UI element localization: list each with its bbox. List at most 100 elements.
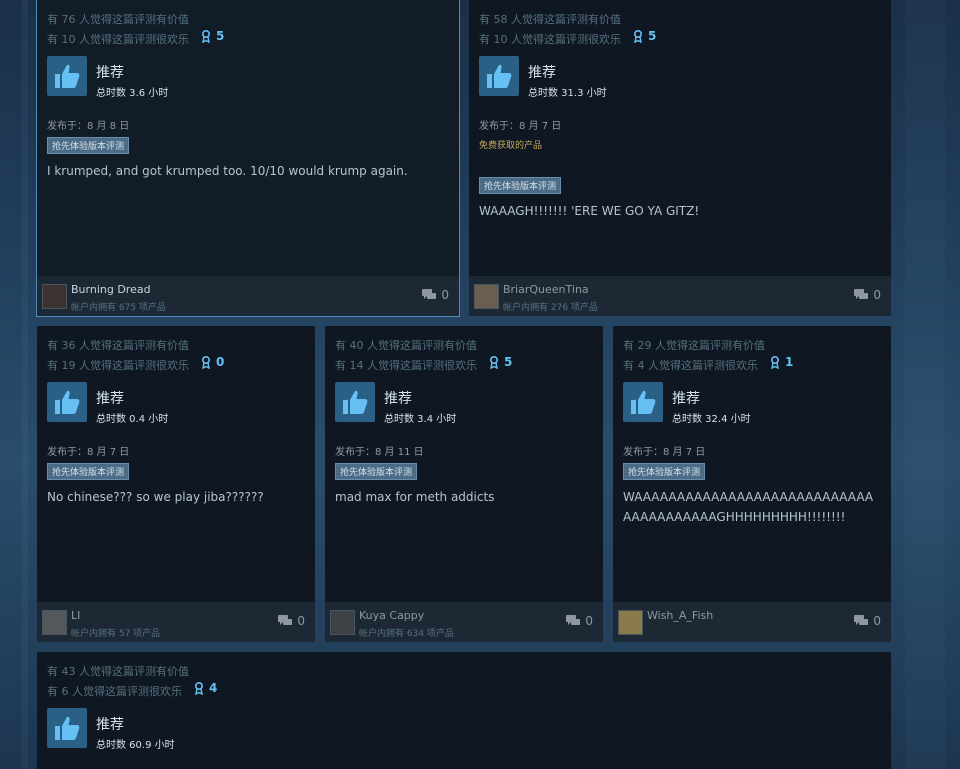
comment-bubble-icon — [854, 615, 869, 625]
review-footer: Kuya Cappy 帐户内拥有 634 项产品 0 — [325, 602, 603, 642]
comment-count[interactable]: 0 — [422, 288, 449, 302]
posted-date: 发布于：8 月 8 日 — [47, 121, 130, 132]
award-ribbon-icon — [195, 682, 203, 695]
helpful-count: 有 76 人觉得这篇评测有价值 — [47, 13, 189, 26]
review-text: I krumped, and got krumped too. 10/10 wo… — [47, 164, 408, 178]
review-footer: LI 帐户内拥有 57 项产品 0 — [37, 602, 315, 642]
avatar[interactable] — [42, 610, 67, 635]
funny-count: 有 4 人觉得这篇评测很欢乐 — [623, 359, 758, 372]
review-card[interactable]: 有 58 人觉得这篇评测有价值 有 10 人觉得这篇评测很欢乐 5 推荐 总时数 … — [469, 0, 891, 316]
hours-played: 总时数 60.9 小时 — [96, 740, 175, 751]
review-text: WAAAAAAAAAAAAAAAAAAAAAAAAAAAAAAAAAAAAAAA… — [623, 490, 874, 524]
funny-count: 有 10 人觉得这篇评测很欢乐 — [479, 33, 621, 46]
products-owned: 帐户内拥有 57 项产品 — [71, 629, 161, 639]
hours-played: 总时数 0.4 小时 — [96, 414, 169, 425]
comment-bubble-icon — [422, 289, 437, 299]
comment-bubble-icon — [566, 615, 581, 625]
funny-count: 有 6 人觉得这篇评测很欢乐 — [47, 685, 182, 698]
helpful-count: 有 40 人觉得这篇评测有价值 — [335, 339, 477, 352]
review-card[interactable]: 有 43 人觉得这篇评测有价值 有 6 人觉得这篇评测很欢乐 4 推荐 总时数 6… — [37, 652, 891, 769]
review-footer: Burning Dread 帐户内拥有 675 项产品 0 — [37, 276, 459, 316]
helpful-count: 有 29 人觉得这篇评测有价值 — [623, 339, 765, 352]
posted-date: 发布于：8 月 7 日 — [479, 121, 562, 132]
avatar[interactable] — [42, 284, 67, 309]
early-access-badge: 抢先体验版本评测 — [335, 463, 418, 480]
award-badge[interactable]: 0 — [201, 354, 224, 371]
background-decoration — [22, 0, 28, 769]
posted-date: 发布于：8 月 11 日 — [335, 447, 424, 458]
username[interactable]: LI — [71, 609, 80, 622]
vote-summary: 有 29 人觉得这篇评测有价值 有 4 人觉得这篇评测很欢乐 1 — [623, 337, 793, 374]
award-badge[interactable]: 1 — [770, 354, 793, 371]
avatar[interactable] — [330, 610, 355, 635]
early-access-badge: 抢先体验版本评测 — [47, 137, 130, 154]
comment-count[interactable]: 0 — [854, 288, 881, 302]
comment-count[interactable]: 0 — [566, 614, 593, 628]
products-owned: 帐户内拥有 276 项产品 — [503, 303, 598, 313]
award-badge[interactable]: 5 — [201, 28, 224, 45]
avatar[interactable] — [618, 610, 643, 635]
review-text: WAAAGH!!!!!!! 'ERE WE GO YA GITZ! — [479, 204, 700, 218]
products-owned: 帐户内拥有 634 项产品 — [359, 629, 454, 639]
review-text: mad max for meth addicts — [335, 490, 495, 504]
award-badge[interactable]: 4 — [194, 680, 217, 697]
funny-count: 有 14 人觉得这篇评测很欢乐 — [335, 359, 477, 372]
username[interactable]: Wish_A_Fish — [647, 609, 713, 622]
recommendation-label: 推荐 — [96, 717, 124, 733]
vote-summary: 有 36 人觉得这篇评测有价值 有 19 人觉得这篇评测很欢乐 0 — [47, 337, 224, 374]
award-ribbon-icon — [490, 356, 498, 369]
vote-summary: 有 76 人觉得这篇评测有价值 有 10 人觉得这篇评测很欢乐 5 — [47, 11, 224, 48]
recommendation-label: 推荐 — [384, 391, 412, 407]
review-card[interactable]: 有 40 人觉得这篇评测有价值 有 14 人觉得这篇评测很欢乐 5 推荐 总时数 … — [325, 326, 603, 642]
comment-count[interactable]: 0 — [854, 614, 881, 628]
review-card[interactable]: 有 76 人觉得这篇评测有价值 有 10 人觉得这篇评测很欢乐 5 推荐 总时数 … — [36, 0, 460, 317]
background-decoration — [905, 0, 945, 769]
thumbs-up-icon — [47, 708, 87, 748]
helpful-count: 有 36 人觉得这篇评测有价值 — [47, 339, 189, 352]
award-badge[interactable]: 5 — [489, 354, 512, 371]
comment-count[interactable]: 0 — [278, 614, 305, 628]
helpful-count: 有 43 人觉得这篇评测有价值 — [47, 665, 189, 678]
helpful-count: 有 58 人觉得这篇评测有价值 — [479, 13, 621, 26]
funny-count: 有 19 人觉得这篇评测很欢乐 — [47, 359, 189, 372]
review-text: No chinese??? so we play jiba?????? — [47, 490, 264, 504]
recommendation-label: 推荐 — [96, 65, 124, 81]
comment-bubble-icon — [854, 289, 869, 299]
review-footer: BriarQueenTina 帐户内拥有 276 项产品 0 — [469, 276, 891, 316]
vote-summary: 有 40 人觉得这篇评测有价值 有 14 人觉得这篇评测很欢乐 5 — [335, 337, 512, 374]
hours-played: 总时数 31.3 小时 — [528, 88, 607, 99]
hours-played: 总时数 32.4 小时 — [672, 414, 751, 425]
recommendation-label: 推荐 — [528, 65, 556, 81]
hours-played: 总时数 3.6 小时 — [96, 88, 169, 99]
award-ribbon-icon — [771, 356, 779, 369]
thumbs-up-icon — [47, 56, 87, 96]
comment-bubble-icon — [278, 615, 293, 625]
username[interactable]: BriarQueenTina — [503, 283, 589, 296]
username[interactable]: Kuya Cappy — [359, 609, 424, 622]
free-product-label: 免费获取的产品 — [479, 141, 543, 151]
award-ribbon-icon — [202, 30, 210, 43]
early-access-badge: 抢先体验版本评测 — [623, 463, 706, 480]
thumbs-up-icon — [335, 382, 375, 422]
recommendation-label: 推荐 — [96, 391, 124, 407]
vote-summary: 有 43 人觉得这篇评测有价值 有 6 人觉得这篇评测很欢乐 4 — [47, 663, 217, 700]
review-card[interactable]: 有 29 人觉得这篇评测有价值 有 4 人觉得这篇评测很欢乐 1 推荐 总时数 3… — [613, 326, 891, 642]
avatar[interactable] — [474, 284, 499, 309]
username[interactable]: Burning Dread — [71, 283, 151, 296]
early-access-badge: 抢先体验版本评测 — [479, 177, 562, 194]
recommendation-label: 推荐 — [672, 391, 700, 407]
thumbs-up-icon — [623, 382, 663, 422]
early-access-badge: 抢先体验版本评测 — [47, 463, 130, 480]
hours-played: 总时数 3.4 小时 — [384, 414, 457, 425]
vote-summary: 有 58 人觉得这篇评测有价值 有 10 人觉得这篇评测很欢乐 5 — [479, 11, 656, 48]
thumbs-up-icon — [479, 56, 519, 96]
posted-date: 发布于：8 月 7 日 — [47, 447, 130, 458]
thumbs-up-icon — [47, 382, 87, 422]
products-owned: 帐户内拥有 675 项产品 — [71, 303, 166, 313]
posted-date: 发布于：8 月 7 日 — [623, 447, 706, 458]
award-ribbon-icon — [202, 356, 210, 369]
award-ribbon-icon — [634, 30, 642, 43]
review-footer: Wish_A_Fish 0 — [613, 602, 891, 642]
review-card[interactable]: 有 36 人觉得这篇评测有价值 有 19 人觉得这篇评测很欢乐 0 推荐 总时数 … — [37, 326, 315, 642]
award-badge[interactable]: 5 — [633, 28, 656, 45]
